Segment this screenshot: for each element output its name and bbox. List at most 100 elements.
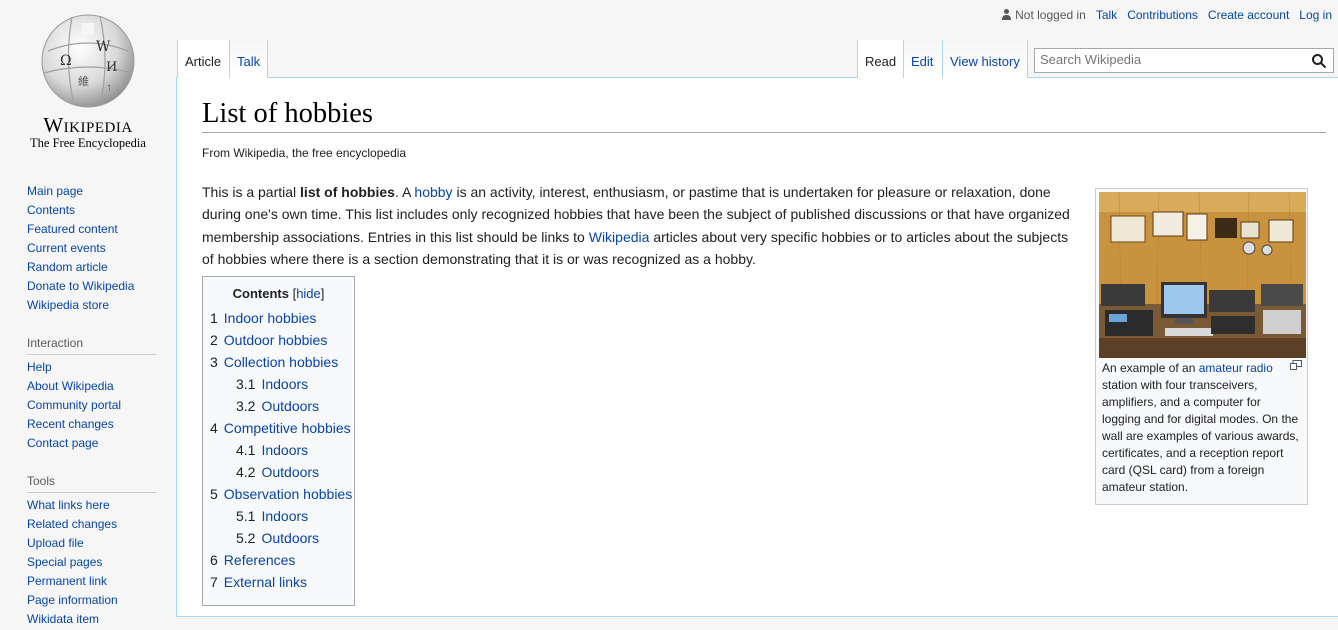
- user-talk-link[interactable]: Talk: [1096, 8, 1117, 22]
- toc-item[interactable]: 4.2 Outdoors: [210, 461, 347, 483]
- toc-item-number: 5.2: [236, 530, 256, 546]
- toc-list: 1 Indoor hobbies 2 Outdoor hobbies 3 Collecti…: [210, 307, 352, 593]
- sidebar-item-what-links-here[interactable]: What links here: [27, 498, 110, 512]
- log-in-link[interactable]: Log in: [1299, 8, 1332, 22]
- svg-text:W: W: [96, 39, 111, 55]
- tab-read[interactable]: Read: [857, 40, 903, 78]
- sidebar-item-featured-content[interactable]: Featured content: [27, 222, 118, 236]
- user-icon: [1001, 9, 1012, 21]
- tab-article[interactable]: Article: [177, 40, 229, 78]
- toc-item-link[interactable]: Competitive hobbies: [224, 420, 351, 436]
- toc-item-number: 4.1: [236, 442, 256, 458]
- navigation-list: Main page Contents Featured content Curr…: [27, 183, 157, 316]
- sidebar: Main page Contents Featured content Curr…: [27, 183, 157, 630]
- toc-item[interactable]: 5.2 Outdoors: [210, 527, 347, 549]
- contributions-link[interactable]: Contributions: [1127, 8, 1198, 22]
- search-box: [1034, 48, 1334, 73]
- toc-item[interactable]: 4 Competitive hobbies: [210, 417, 351, 439]
- toc-item-link[interactable]: Collection hobbies: [224, 354, 338, 370]
- toc-item[interactable]: 5.1 Indoors: [210, 505, 347, 527]
- toc-item-number: 2: [210, 332, 218, 348]
- tab-view-history[interactable]: View history: [942, 40, 1028, 78]
- toc-item[interactable]: 7 External links: [210, 571, 347, 593]
- tools-list: What links here Related changes Upload f…: [27, 497, 157, 630]
- sidebar-item-page-information[interactable]: Page information: [27, 593, 118, 607]
- interaction-heading: Interaction: [27, 336, 156, 355]
- toc-item-link[interactable]: External links: [224, 574, 307, 590]
- toc-item-link[interactable]: References: [224, 552, 296, 568]
- bold-term: list of hobbies: [300, 184, 395, 200]
- svg-text:Ω: Ω: [60, 53, 72, 69]
- tools-heading: Tools: [27, 474, 156, 493]
- content-area: List of hobbies From Wikipedia, the free…: [176, 77, 1338, 617]
- toc-item[interactable]: 3 Collection hobbies: [210, 351, 347, 373]
- interaction-list: Help About Wikipedia Community portal Re…: [27, 359, 157, 454]
- site-subtitle: From Wikipedia, the free encyclopedia: [202, 146, 407, 160]
- toc-item-link[interactable]: Indoor hobbies: [224, 310, 317, 326]
- search-input[interactable]: [1040, 52, 1300, 67]
- toc-item-link[interactable]: Outdoors: [261, 530, 319, 546]
- svg-text:И: И: [106, 60, 117, 75]
- tab-talk[interactable]: Talk: [229, 40, 268, 78]
- toc-item-link[interactable]: Indoors: [261, 442, 308, 458]
- wikipedia-logo[interactable]: W Ω И 維 ו Wikipedia The Free Encyclopedi…: [0, 0, 176, 160]
- sidebar-item-about[interactable]: About Wikipedia: [27, 379, 114, 393]
- toc-hide-toggle[interactable]: hide: [296, 286, 321, 301]
- sidebar-item-contents[interactable]: Contents: [27, 203, 75, 217]
- toc-item[interactable]: 1 Indoor hobbies: [210, 307, 347, 329]
- table-of-contents: Contents [hide] 1 Indoor hobbies 2 Outdoor …: [202, 276, 355, 606]
- toc-title: Contents [hide]: [232, 286, 325, 301]
- thumbnail-caption: An example of an amateur radio station w…: [1099, 358, 1304, 496]
- toc-item-link[interactable]: Observation hobbies: [224, 486, 352, 502]
- search-icon[interactable]: [1311, 53, 1327, 69]
- sidebar-item-donate[interactable]: Donate to Wikipedia: [27, 279, 134, 293]
- sidebar-item-upload-file[interactable]: Upload file: [27, 536, 84, 550]
- toc-item[interactable]: 4.1 Indoors: [210, 439, 347, 461]
- toc-item[interactable]: 6 References: [210, 549, 347, 571]
- sidebar-item-special-pages[interactable]: Special pages: [27, 555, 102, 569]
- toc-item-number: 4: [210, 420, 218, 436]
- puzzle-globe-icon: W Ω И 維 ו: [41, 14, 135, 108]
- thumbnail-figure: An example of an amateur radio station w…: [1095, 188, 1308, 505]
- toc-item-number: 3.1: [236, 376, 256, 392]
- wordmark: Wikipedia: [43, 113, 133, 137]
- sidebar-item-wikidata-item[interactable]: Wikidata item: [27, 612, 99, 626]
- toc-item[interactable]: 5 Observation hobbies: [210, 483, 352, 505]
- svg-text:ו: ו: [108, 81, 111, 94]
- sidebar-item-community-portal[interactable]: Community portal: [27, 398, 121, 412]
- toc-item-number: 1: [210, 310, 218, 326]
- toc-item-number: 6: [210, 552, 218, 568]
- toc-item[interactable]: 2 Outdoor hobbies: [210, 329, 347, 351]
- sidebar-item-current-events[interactable]: Current events: [27, 241, 106, 255]
- page-title: List of hobbies: [202, 98, 1326, 133]
- sidebar-item-random-article[interactable]: Random article: [27, 260, 108, 274]
- intro-paragraph: This is a partial list of hobbies. A hob…: [202, 184, 1070, 268]
- amateur-radio-link[interactable]: amateur radio: [1199, 361, 1273, 375]
- toc-item-link[interactable]: Outdoor hobbies: [224, 332, 328, 348]
- sidebar-item-permanent-link[interactable]: Permanent link: [27, 574, 107, 588]
- hobby-link[interactable]: hobby: [414, 184, 452, 200]
- sidebar-item-help[interactable]: Help: [27, 360, 52, 374]
- sidebar-item-recent-changes[interactable]: Recent changes: [27, 417, 114, 431]
- toc-item-link[interactable]: Outdoors: [261, 464, 319, 480]
- sidebar-item-store[interactable]: Wikipedia store: [27, 298, 109, 312]
- toc-item-number: 5.1: [236, 508, 256, 524]
- toc-item-number: 5: [210, 486, 218, 502]
- sidebar-item-related-changes[interactable]: Related changes: [27, 517, 117, 531]
- toc-item-number: 3: [210, 354, 218, 370]
- amateur-radio-station-image[interactable]: [1099, 192, 1306, 358]
- magnify-icon[interactable]: [1290, 360, 1302, 370]
- toc-item-link[interactable]: Indoors: [261, 376, 308, 392]
- toc-item[interactable]: 3.1 Indoors: [210, 373, 347, 395]
- toc-item-number: 3.2: [236, 398, 256, 414]
- create-account-link[interactable]: Create account: [1208, 8, 1289, 22]
- personal-tools: Not logged in Talk Contributions Create …: [1001, 8, 1332, 22]
- sidebar-item-contact-page[interactable]: Contact page: [27, 436, 98, 450]
- svg-text:維: 維: [78, 75, 89, 88]
- toc-item-link[interactable]: Outdoors: [261, 398, 319, 414]
- toc-item-link[interactable]: Indoors: [261, 508, 308, 524]
- toc-item[interactable]: 3.2 Outdoors: [210, 395, 347, 417]
- sidebar-item-main-page[interactable]: Main page: [27, 184, 83, 198]
- wikipedia-link[interactable]: Wikipedia: [589, 229, 650, 245]
- tab-edit[interactable]: Edit: [903, 40, 942, 78]
